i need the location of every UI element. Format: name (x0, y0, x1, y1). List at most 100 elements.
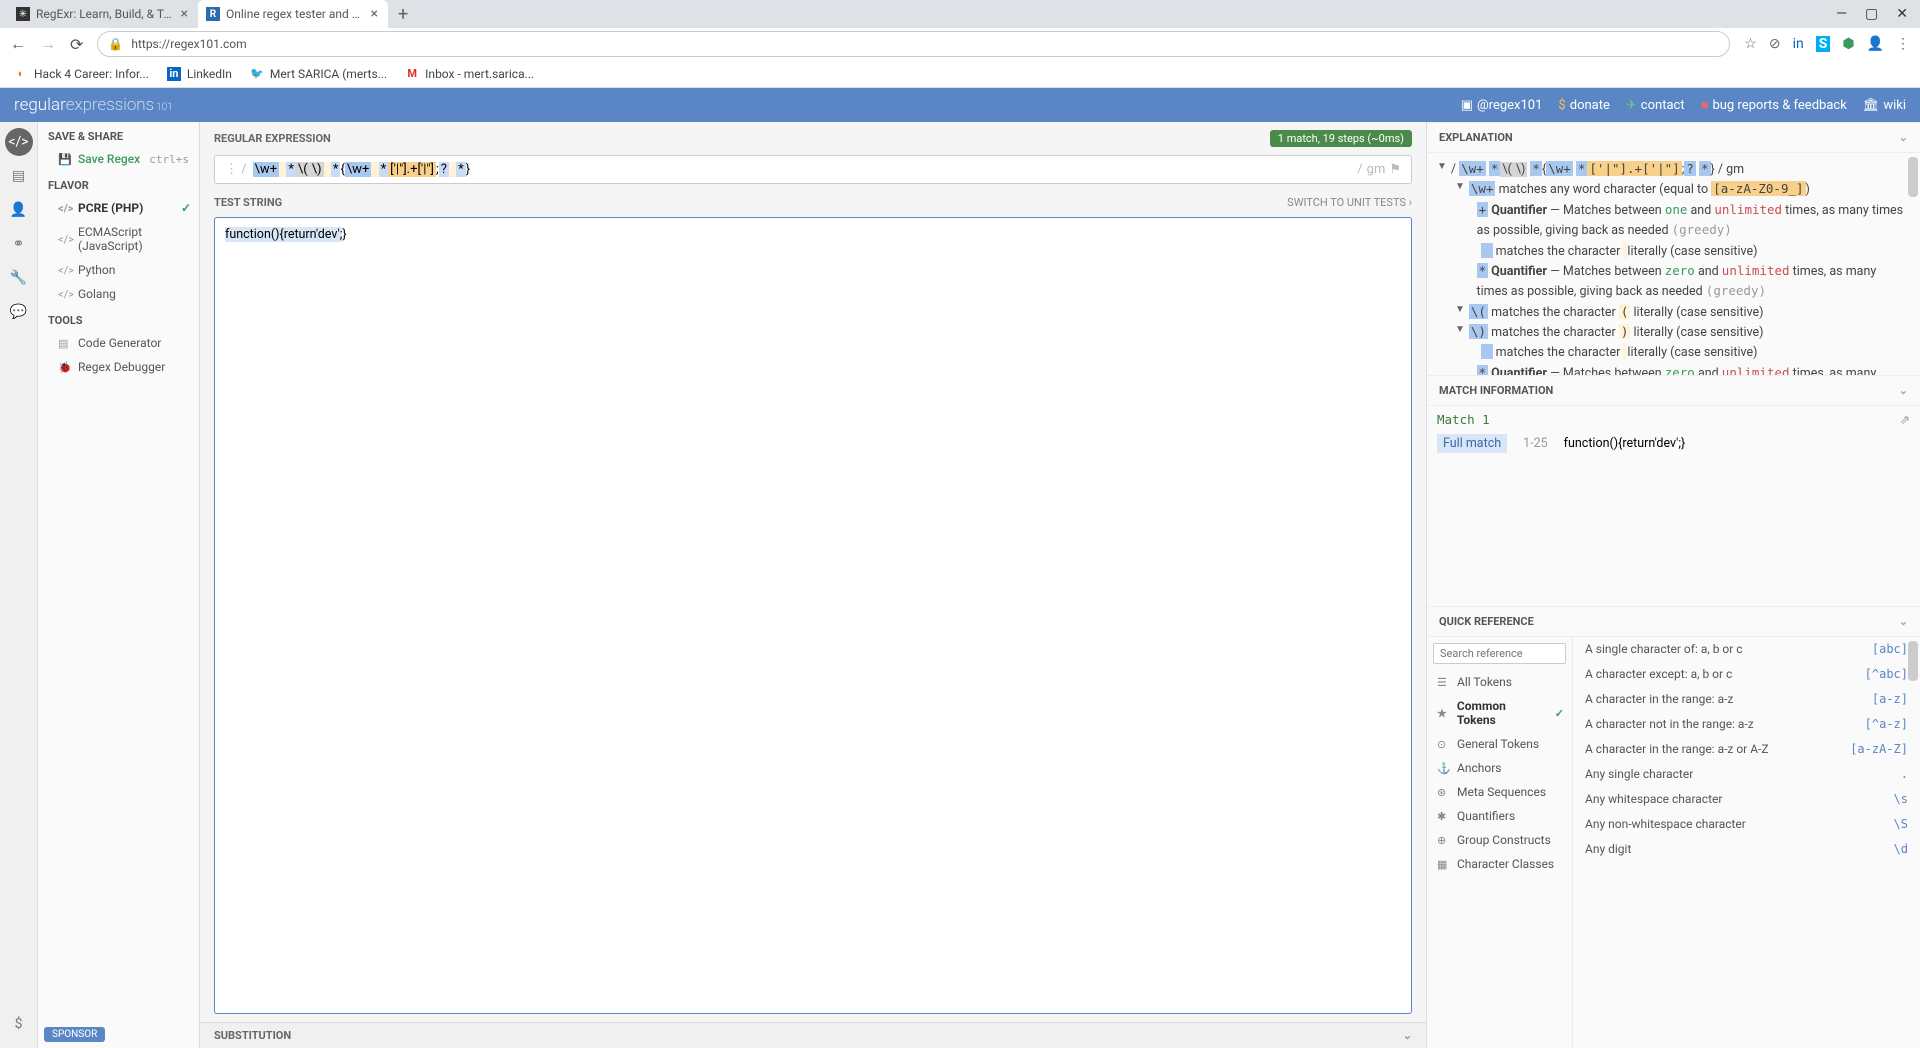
bookmark-1[interactable]: inLinkedIn (167, 67, 232, 81)
rail-settings-icon[interactable]: 🔧 (5, 264, 33, 292)
chevron-down-icon[interactable]: ⌄ (1899, 615, 1908, 628)
minimize-icon[interactable]: — (1836, 6, 1847, 22)
linkedin-ext-icon[interactable]: in (1793, 36, 1804, 52)
scrollbar[interactable] (1908, 157, 1918, 197)
rail-library-icon[interactable]: ▤ (5, 162, 33, 190)
close-icon[interactable]: ✕ (1896, 6, 1908, 22)
code-icon: </> (58, 202, 70, 215)
rail-account-icon[interactable]: 👤 (5, 196, 33, 224)
qr-item[interactable]: Any single character. (1573, 762, 1920, 787)
chevron-down-icon[interactable]: ⌄ (1899, 131, 1908, 144)
logo-sub: 101 (156, 102, 173, 113)
check-icon: ✓ (181, 201, 191, 215)
ext-icon[interactable]: ⬢ (1842, 36, 1854, 52)
maximize-icon[interactable]: ▢ (1865, 6, 1878, 22)
switch-unit-tests[interactable]: SWITCH TO UNIT TESTS › (1287, 196, 1412, 209)
qr-item[interactable]: A character except: a, b or c[^abc] (1573, 662, 1920, 687)
rail-quiz-icon[interactable]: ⚭ (5, 230, 33, 258)
quick-ref-items[interactable]: A single character of: a, b or c[abc]A c… (1573, 637, 1920, 1048)
header-link-contact[interactable]: ✈contact (1626, 97, 1685, 113)
substitution-header[interactable]: SUBSTITUTION ⌄ (200, 1022, 1426, 1048)
header-link-wiki[interactable]: 🏛wiki (1863, 97, 1906, 113)
bookmark-0[interactable]: ◐Hack 4 Career: Infor... (14, 67, 149, 81)
browser-tab-1[interactable]: R Online regex tester and debugge × (198, 0, 388, 28)
header-link-donate[interactable]: $donate (1558, 97, 1609, 113)
bookmark-label: Inbox - mert.sarica... (425, 67, 534, 81)
section-tools: TOOLS (38, 306, 199, 331)
tab-close-icon[interactable]: × (371, 6, 378, 22)
scrollbar[interactable] (1908, 641, 1918, 681)
qr-category[interactable]: ▦Character Classes (1427, 852, 1572, 876)
qr-item[interactable]: A character not in the range: a-z[^a-z] (1573, 712, 1920, 737)
explanation-body[interactable]: ▼/ \w+ *\(\) *{\w+ *['|"].+['|"];? *} / … (1427, 153, 1920, 375)
shortcut: ctrl+s (149, 153, 189, 166)
header-link-bugs[interactable]: ■bug reports & feedback (1701, 97, 1847, 113)
qr-category[interactable]: ✱Quantifiers (1427, 804, 1572, 828)
rail-sponsor-icon[interactable]: $ (5, 1010, 33, 1038)
left-panel: SAVE & SHARE 💾 Save Regex ctrl+s FLAVOR … (38, 122, 200, 1048)
browser-tab-0[interactable]: ✳ RegExr: Learn, Build, & Test RegE × (8, 0, 198, 28)
back-icon[interactable]: ← (10, 34, 26, 54)
rail-editor-icon[interactable]: </> (5, 128, 33, 156)
flavor-pcre[interactable]: </>PCRE (PHP)✓ (38, 196, 199, 220)
regex-flags[interactable]: / gm ⚑ (1357, 162, 1401, 177)
rail-chat-icon[interactable]: 💬 (5, 298, 33, 326)
explanation-line: * Quantifier — Matches between zero and … (1437, 363, 1910, 375)
category-icon: ★ (1437, 707, 1449, 720)
gen-icon: ▤ (58, 337, 70, 350)
tree-toggle-icon[interactable]: ▼ (1455, 322, 1465, 338)
quick-ref-categories: ☰All Tokens★Common Tokens✓⊙General Token… (1427, 637, 1573, 1048)
forward-icon[interactable]: → (40, 34, 56, 54)
check-icon: ✓ (1555, 707, 1564, 720)
qr-item[interactable]: Any digit\d (1573, 837, 1920, 862)
qr-category[interactable]: ☰All Tokens (1427, 670, 1572, 694)
header-link-twitter[interactable]: ▣@regex101 (1461, 97, 1543, 113)
test-input[interactable]: function(){return'dev';} (214, 217, 1412, 1014)
qr-category[interactable]: ⚓Anchors (1427, 756, 1572, 780)
header-links: ▣@regex101 $donate ✈contact ■bug reports… (1461, 97, 1906, 113)
address-bar[interactable]: 🔒 https://regex101.com (97, 31, 1730, 57)
explanation-line: * Quantifier — Matches between zero and … (1437, 261, 1910, 302)
qr-item[interactable]: Any non-whitespace character\S (1573, 812, 1920, 837)
qr-category[interactable]: ⊕Group Constructs (1427, 828, 1572, 852)
qr-item[interactable]: A single character of: a, b or c[abc] (1573, 637, 1920, 662)
regex-input[interactable]: ⋮ / \w+ *\(\) *{\w+ *['|"].+['|"];? *} /… (214, 155, 1412, 184)
new-tab-button[interactable]: + (388, 4, 418, 25)
flavor-python[interactable]: </>Python (38, 258, 199, 282)
export-icon[interactable]: ⇗ (1900, 412, 1910, 428)
reload-icon[interactable]: ⟳ (70, 35, 83, 54)
qr-item[interactable]: A character in the range: a-z or A-Z[a-z… (1573, 737, 1920, 762)
tab-close-icon[interactable]: × (181, 6, 188, 22)
qr-category[interactable]: ⊛Meta Sequences (1427, 780, 1572, 804)
tree-toggle-icon[interactable]: ▼ (1437, 159, 1447, 175)
skype-ext-icon[interactable]: S (1816, 36, 1831, 52)
qr-category[interactable]: ⊙General Tokens (1427, 732, 1572, 756)
save-regex-button[interactable]: 💾 Save Regex ctrl+s (38, 147, 199, 171)
qr-item[interactable]: Any whitespace character\s (1573, 787, 1920, 812)
match-info-title: MATCH INFORMATION (1439, 384, 1553, 397)
chevron-down-icon[interactable]: ⌄ (1899, 384, 1908, 397)
avatar-icon[interactable]: 👤 (1867, 36, 1884, 52)
search-input[interactable] (1433, 643, 1566, 664)
tool-codegen[interactable]: ▤Code Generator (38, 331, 199, 355)
tree-toggle-icon[interactable]: ▼ (1455, 302, 1465, 318)
right-panel: EXPLANATION⌄ ▼/ \w+ *\(\) *{\w+ *['|"].+… (1426, 122, 1920, 1048)
menu-icon[interactable]: ⋮ (1896, 36, 1910, 52)
tool-debugger[interactable]: 🐞Regex Debugger (38, 355, 199, 379)
flavor-ecma[interactable]: </>ECMAScript (JavaScript) (38, 220, 199, 258)
match-info-body: Match 1⇗ Full match 1-25 function(){retu… (1427, 406, 1920, 606)
flavor-golang[interactable]: </>Golang (38, 282, 199, 306)
sponsor-badge[interactable]: SPONSOR (44, 1027, 105, 1042)
bookmark-3[interactable]: MInbox - mert.sarica... (405, 67, 534, 81)
twitter-icon: ▣ (1461, 98, 1473, 113)
qr-category[interactable]: ★Common Tokens✓ (1427, 694, 1572, 732)
save-icon: 💾 (58, 153, 70, 166)
bookmark-2[interactable]: 🐦Mert SARICA (merts... (250, 67, 387, 81)
star-icon[interactable]: ☆ (1744, 36, 1757, 52)
logo[interactable]: regularexpressions101 (14, 95, 173, 115)
explanation-line: matches the character literally (case se… (1437, 342, 1910, 362)
category-icon: ☰ (1437, 676, 1449, 689)
noscript-icon[interactable]: ⊘ (1769, 36, 1781, 52)
tree-toggle-icon[interactable]: ▼ (1455, 179, 1465, 195)
qr-item[interactable]: A character in the range: a-z[a-z] (1573, 687, 1920, 712)
